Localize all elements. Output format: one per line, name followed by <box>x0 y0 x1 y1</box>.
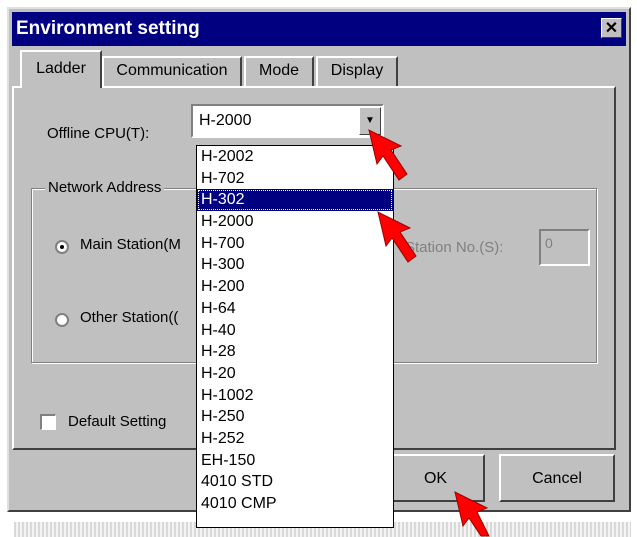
dropdown-option[interactable]: H-1002 <box>197 385 393 407</box>
network-address-label: Network Address <box>45 179 165 196</box>
dropdown-option[interactable]: 4010 CMP <box>197 493 393 515</box>
offline-cpu-value: H-2000 <box>199 112 252 129</box>
default-setting-label: Default Setting <box>68 413 167 430</box>
dropdown-option[interactable]: H-300 <box>197 254 393 276</box>
tab-mode-label: Mode <box>258 62 300 79</box>
tab-display-label: Display <box>330 62 384 79</box>
tab-display[interactable]: Display <box>316 56 398 86</box>
pointer-arrow-icon <box>368 129 408 181</box>
offline-cpu-select[interactable]: H-2000 ▼ <box>191 104 384 138</box>
tab-communication[interactable]: Communication <box>102 56 242 86</box>
dropdown-option[interactable]: H-302 <box>197 189 393 212</box>
tab-ladder-label: Ladder <box>36 60 86 77</box>
dialog-title: Environment setting <box>16 18 200 39</box>
dropdown-option[interactable]: H-700 <box>197 233 393 255</box>
main-station-label: Main Station(M <box>80 236 181 253</box>
main-station-radio[interactable] <box>55 240 69 254</box>
dropdown-option[interactable]: 4010 STD <box>197 471 393 493</box>
cancel-button-label: Cancel <box>532 470 582 487</box>
dropdown-option[interactable]: H-252 <box>197 428 393 450</box>
cancel-button[interactable]: Cancel <box>499 454 615 502</box>
tab-mode[interactable]: Mode <box>244 56 314 86</box>
tab-ladder[interactable]: Ladder <box>20 50 102 88</box>
dropdown-option[interactable]: H-200 <box>197 276 393 298</box>
pointer-arrow-icon <box>377 211 417 263</box>
default-setting-checkbox[interactable] <box>40 414 56 430</box>
close-icon: ✕ <box>604 20 619 37</box>
close-button[interactable]: ✕ <box>601 18 622 38</box>
dropdown-option[interactable]: H-28 <box>197 341 393 363</box>
other-station-radio[interactable] <box>55 313 69 327</box>
pointer-arrow-icon <box>454 491 490 537</box>
dropdown-option[interactable]: H-250 <box>197 406 393 428</box>
other-station-label: Other Station(( <box>80 309 179 326</box>
station-no-input[interactable]: 0 <box>539 229 590 266</box>
dropdown-option[interactable]: H-40 <box>197 320 393 342</box>
station-no-value: 0 <box>545 235 553 251</box>
cpu-dropdown-list[interactable]: H-2002 H-702 H-302 H-2000 H-700 H-300 H-200 H-6… <box>196 145 394 528</box>
tab-communication-label: Communication <box>116 62 228 79</box>
dropdown-option[interactable]: EH-150 <box>197 450 393 472</box>
dropdown-option[interactable]: H-20 <box>197 363 393 385</box>
title-bar[interactable]: Environment setting ✕ <box>12 12 626 46</box>
offline-cpu-label: Offline CPU(T): <box>47 125 150 142</box>
dropdown-option[interactable]: H-64 <box>197 298 393 320</box>
ok-button-label: OK <box>423 470 448 487</box>
dropdown-option[interactable]: H-2000 <box>197 211 393 233</box>
chevron-down-icon: ▼ <box>365 115 375 126</box>
